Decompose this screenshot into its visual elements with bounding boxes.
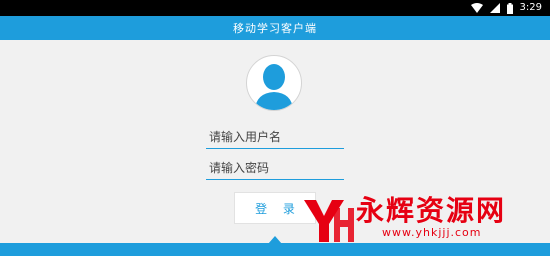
status-time: 3:29 bbox=[519, 2, 542, 13]
password-field bbox=[206, 157, 344, 180]
watermark-title: 永辉资源网 bbox=[356, 194, 507, 227]
app-title-bar: 移动学习客户端 bbox=[0, 16, 550, 40]
avatar bbox=[246, 55, 302, 111]
signal-icon bbox=[489, 3, 500, 13]
status-bar: 3:29 bbox=[0, 0, 550, 16]
watermark: 永辉资源网 www.yhkjjj.com bbox=[300, 194, 550, 250]
password-input[interactable] bbox=[206, 157, 344, 179]
page-title: 移动学习客户端 bbox=[233, 22, 317, 35]
battery-icon bbox=[506, 2, 513, 14]
status-icons: 3:29 bbox=[470, 2, 542, 14]
watermark-logo-icon bbox=[304, 200, 354, 242]
wifi-icon bbox=[470, 3, 483, 13]
user-avatar-icon bbox=[255, 64, 293, 110]
username-field bbox=[206, 126, 344, 149]
watermark-url: www.yhkjjj.com bbox=[382, 226, 482, 239]
username-input[interactable] bbox=[206, 126, 344, 148]
